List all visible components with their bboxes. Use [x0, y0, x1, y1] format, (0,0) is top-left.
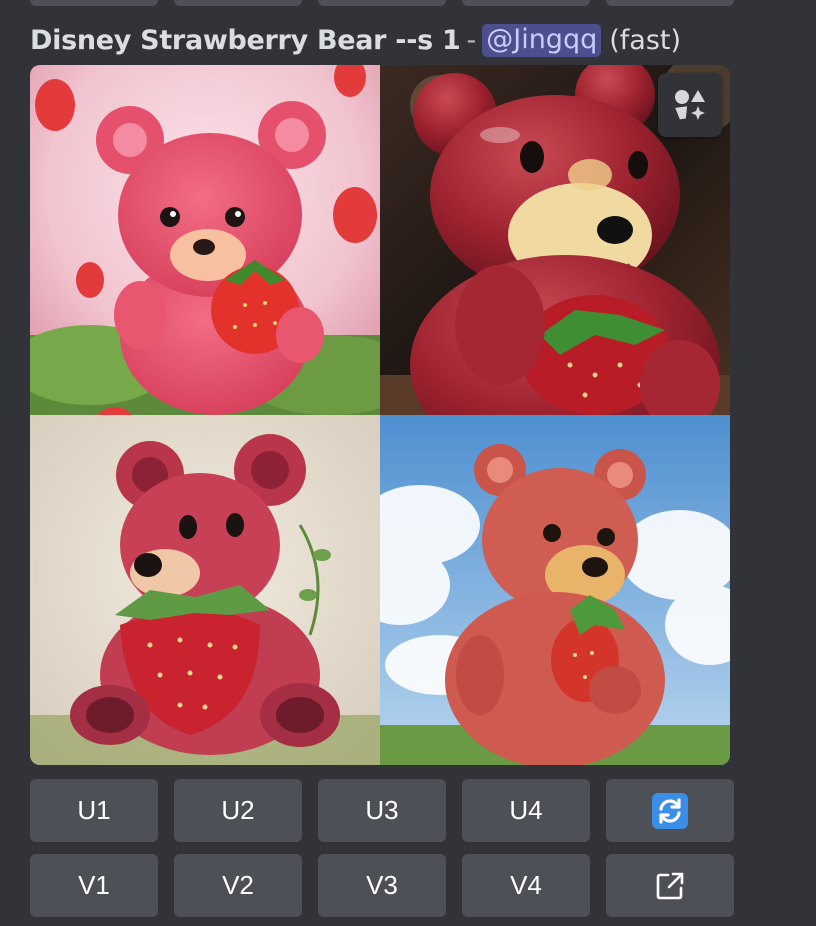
image-tile-1[interactable] [30, 65, 380, 415]
upscale-row: U1 U2 U3 U4 [30, 779, 734, 842]
image-tile-4[interactable] [380, 415, 730, 765]
variation-2-button[interactable]: V2 [174, 854, 302, 917]
variation-1-button[interactable]: V1 [30, 854, 158, 917]
separator: - [466, 24, 477, 56]
upscale-3-button[interactable]: U3 [318, 779, 446, 842]
image-grid-icon [675, 90, 705, 120]
previous-button[interactable] [174, 0, 302, 6]
open-image-button[interactable] [658, 73, 722, 137]
variation-4-button[interactable]: V4 [462, 854, 590, 917]
upscale-4-button[interactable]: U4 [462, 779, 590, 842]
previous-button[interactable] [462, 0, 590, 6]
previous-button[interactable] [30, 0, 158, 6]
reroll-icon [652, 792, 688, 829]
chat-message: Disney Strawberry Bear --s 1 - @Jingqq (… [0, 0, 816, 926]
upscale-2-button[interactable]: U2 [174, 779, 302, 842]
speed-label: (fast) [609, 24, 682, 56]
image-tile-3[interactable] [30, 415, 380, 765]
user-mention[interactable]: @Jingqq [482, 23, 602, 57]
prompt-text: Disney Strawberry Bear --s 1 [30, 24, 461, 56]
fluffy-pink-bear-image [30, 65, 380, 415]
painted-bear-image [380, 415, 730, 765]
previous-button[interactable] [318, 0, 446, 6]
variation-row: V1 V2 V3 V4 [30, 854, 734, 917]
open-in-web-button[interactable] [606, 854, 734, 917]
message-header: Disney Strawberry Bear --s 1 - @Jingqq (… [30, 22, 681, 58]
previous-message-buttons [30, 0, 734, 6]
action-buttons: U1 U2 U3 U4 V1 V2 V3 V4 [30, 779, 734, 926]
previous-button[interactable] [606, 0, 734, 6]
open-external-icon [656, 872, 684, 899]
image-grid[interactable] [30, 65, 730, 765]
cartoon-strawberry-bear-image [30, 415, 380, 765]
reroll-button[interactable] [606, 779, 734, 842]
upscale-1-button[interactable]: U1 [30, 779, 158, 842]
variation-3-button[interactable]: V3 [318, 854, 446, 917]
